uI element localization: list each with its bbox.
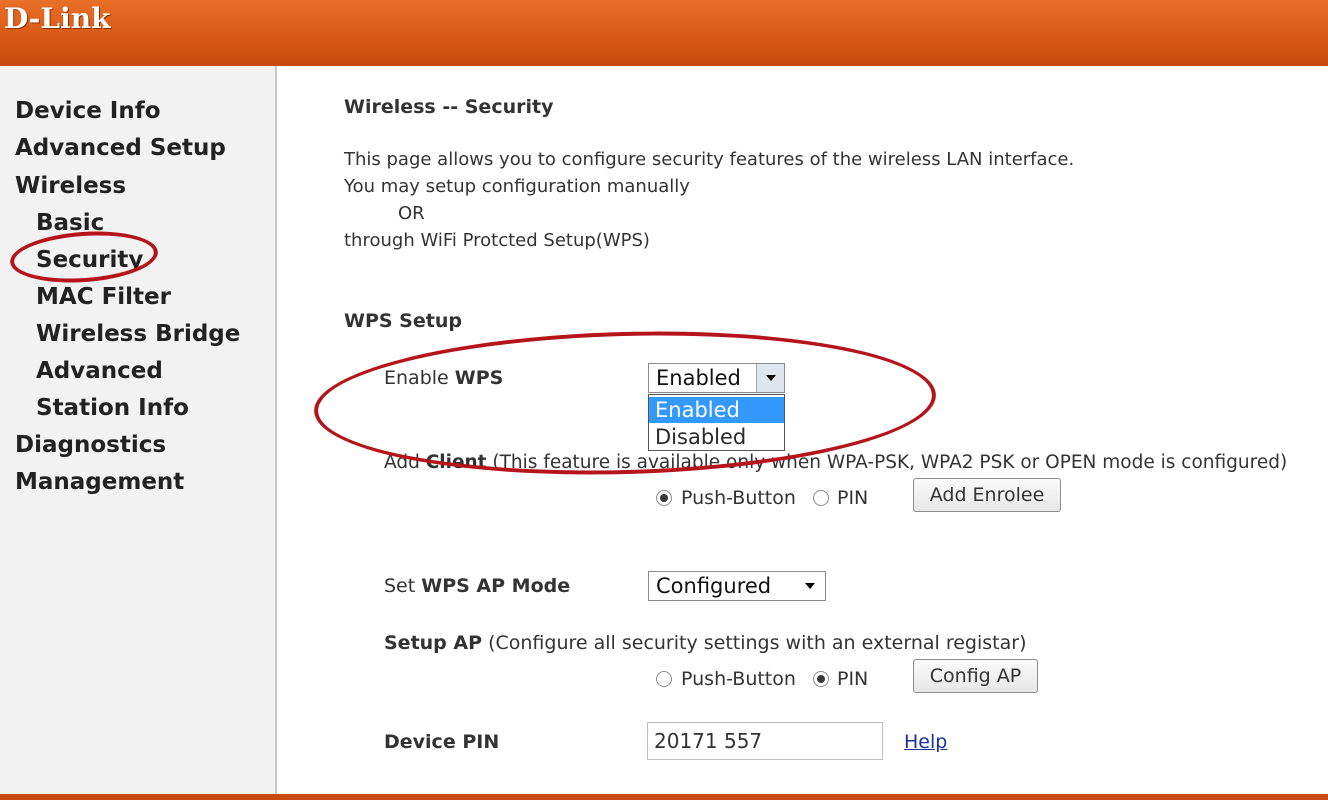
setup-ap-push-button-radio[interactable]: [656, 671, 672, 687]
wps-setup-heading: WPS Setup: [344, 310, 462, 332]
main-content: Wireless -- Security This page allows yo…: [277, 66, 1328, 794]
security-highlight-circle: [8, 226, 160, 288]
add-client-pin-radio[interactable]: [813, 490, 829, 506]
add-client-push-button-label: Push-Button: [681, 487, 796, 509]
intro-line-4: through WiFi Protcted Setup(WPS): [344, 230, 650, 251]
intro-line-2: You may setup configuration manually: [344, 176, 690, 197]
header-bar: D-Link: [0, 0, 1328, 66]
enable-wps-select[interactable]: Enabled: [648, 363, 785, 393]
enable-wps-dropdown-list: Enabled Disabled: [648, 394, 785, 451]
help-link[interactable]: Help: [904, 731, 947, 753]
intro-line-3: OR: [398, 203, 425, 224]
add-client-pin-label: PIN: [837, 487, 869, 509]
sidebar-item-advanced[interactable]: Advanced: [36, 358, 163, 384]
footer-bar: [0, 794, 1328, 800]
option-enabled[interactable]: Enabled: [649, 397, 784, 423]
sidebar-item-wireless-bridge[interactable]: Wireless Bridge: [36, 321, 240, 347]
option-disabled[interactable]: Disabled: [649, 424, 784, 450]
wps-ap-mode-label: Set WPS AP Mode: [384, 575, 571, 597]
sidebar: Device Info Advanced Setup Wireless Basi…: [0, 66, 277, 794]
setup-ap-pin-radio[interactable]: [813, 671, 829, 687]
sidebar-item-station-info[interactable]: Station Info: [36, 395, 189, 421]
device-pin-label: Device PIN: [384, 731, 500, 753]
intro-line-1: This page allows you to configure securi…: [344, 149, 1075, 170]
setup-ap-pin-label: PIN: [837, 668, 869, 690]
enable-wps-value: Enabled: [656, 366, 741, 390]
sidebar-item-advanced-setup[interactable]: Advanced Setup: [15, 135, 226, 161]
page-title: Wireless -- Security: [344, 96, 554, 118]
add-enrolee-button[interactable]: Add Enrolee: [913, 478, 1061, 512]
enable-wps-label: Enable WPS: [384, 367, 504, 389]
config-ap-button[interactable]: Config AP: [913, 659, 1038, 693]
add-client-label: Add Client (This feature is available on…: [384, 452, 1288, 473]
sidebar-item-management[interactable]: Management: [15, 469, 184, 495]
setup-ap-push-button-label: Push-Button: [681, 668, 796, 690]
dlink-logo: D-Link: [4, 2, 111, 35]
add-client-push-button-radio[interactable]: [656, 490, 672, 506]
sidebar-item-device-info[interactable]: Device Info: [15, 98, 161, 124]
chevron-down-icon[interactable]: [756, 364, 784, 392]
sidebar-item-diagnostics[interactable]: Diagnostics: [15, 432, 166, 458]
wps-ap-mode-value: Configured: [656, 574, 772, 598]
device-pin-field[interactable]: 20171 557: [647, 722, 883, 760]
sidebar-item-mac-filter[interactable]: MAC Filter: [36, 284, 171, 310]
chevron-down-icon[interactable]: [801, 572, 819, 600]
sidebar-item-wireless[interactable]: Wireless: [15, 173, 126, 199]
wps-ap-mode-select[interactable]: Configured: [648, 571, 826, 601]
setup-ap-label: Setup AP (Configure all security setting…: [384, 632, 1027, 654]
